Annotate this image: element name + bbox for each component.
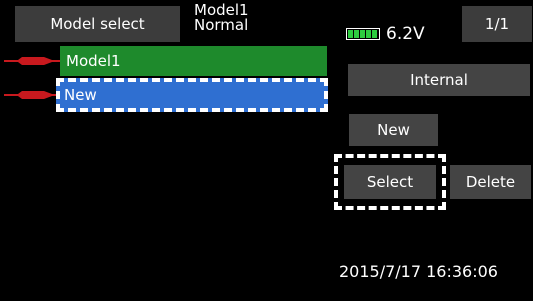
helicopter-icon [4, 57, 60, 65]
delete-button[interactable]: Delete [450, 165, 531, 199]
select-label: Select [366, 173, 414, 191]
storage-internal-button[interactable]: Internal [348, 64, 530, 96]
battery-voltage: 6.2V [386, 24, 425, 44]
model-row-label: New [64, 86, 97, 104]
datetime-display: 2015/7/17 16:36:06 [339, 262, 498, 281]
current-model-info: Model1 Normal [194, 3, 304, 43]
delete-label: Delete [465, 173, 516, 191]
screen-title: Model select [15, 6, 180, 42]
screen-title-label: Model select [50, 15, 145, 33]
page-indicator-label: 1/1 [484, 15, 510, 33]
select-button[interactable]: Select [344, 165, 436, 199]
storage-internal-label: Internal [410, 71, 468, 89]
battery-indicator: 6.2V [346, 24, 425, 44]
page-indicator[interactable]: 1/1 [462, 6, 532, 42]
new-model-button[interactable]: New [349, 114, 438, 146]
model-row-model1[interactable]: Model1 [60, 46, 327, 76]
battery-fill [348, 30, 378, 38]
helicopter-icon [4, 91, 60, 99]
model-row-new[interactable]: New [56, 78, 328, 112]
current-model-mode: Normal [194, 16, 249, 34]
battery-icon [346, 28, 380, 40]
model-row-label: Model1 [66, 52, 121, 70]
new-model-label: New [377, 121, 410, 139]
